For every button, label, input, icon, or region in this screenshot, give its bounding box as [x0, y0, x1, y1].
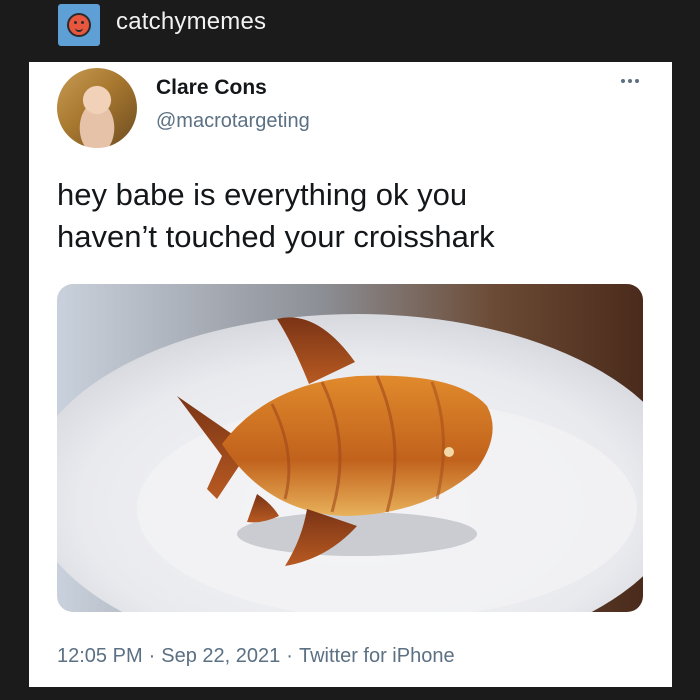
separator: ·	[286, 645, 293, 667]
tweet-time[interactable]: 12:05 PM	[57, 645, 143, 667]
tweet-text: hey babe is everything ok you haven’t to…	[57, 174, 647, 258]
author-avatar[interactable]	[57, 68, 137, 148]
tweet-date[interactable]: Sep 22, 2021	[161, 645, 280, 667]
tweet-card: Clare Cons @macrotargeting hey babe is e…	[29, 62, 672, 687]
dot	[628, 79, 632, 83]
blog-name[interactable]: catchymemes	[116, 8, 266, 36]
smiley-face-icon	[67, 13, 91, 37]
tweet-metadata: 12:05 PM · Sep 22, 2021 · Twitter for iPhone	[57, 645, 455, 668]
more-options-icon[interactable]	[618, 74, 642, 88]
dot	[635, 79, 639, 83]
croisshark-photo	[57, 284, 643, 612]
author-handle[interactable]: @macrotargeting	[156, 110, 310, 133]
tweet-source[interactable]: Twitter for iPhone	[299, 645, 455, 667]
tweet-photo[interactable]	[57, 284, 643, 612]
tweet-text-line: haven’t touched your croisshark	[57, 219, 495, 254]
author-name[interactable]: Clare Cons	[156, 76, 267, 100]
dot	[621, 79, 625, 83]
post-header: catchymemes	[0, 0, 700, 46]
separator: ·	[148, 645, 156, 667]
tweet-text-line: hey babe is everything ok you	[57, 177, 468, 212]
page: catchymemes Clare Cons @macrotargeting h…	[0, 0, 700, 700]
blog-avatar[interactable]	[58, 4, 100, 46]
